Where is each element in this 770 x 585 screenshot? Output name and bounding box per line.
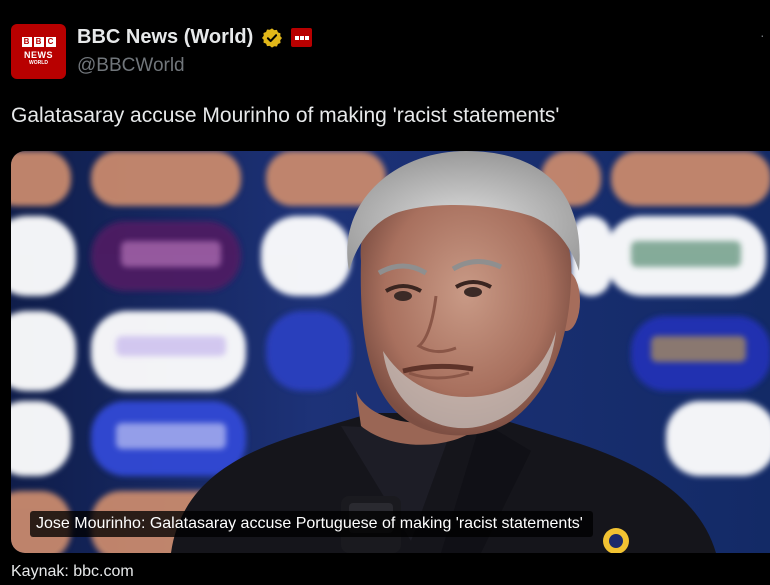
display-name[interactable]: BBC News (World) [77,26,253,49]
tweet-text: Galatasaray accuse Mourinho of making 'r… [11,104,560,127]
affiliate-block [299,35,304,40]
bbc-letter: C [45,36,56,47]
bbc-news-world-logo-icon[interactable]: B B C NEWS WORLD [11,24,66,79]
account-handle[interactable]: @BBCWorld [77,55,185,77]
bbc-letter: B [21,36,32,47]
avatar-world-text: WORLD [29,59,48,66]
tweet-media-image[interactable]: Jose Mourinho: Galatasaray accuse Portug… [11,151,770,553]
tweet-card: B B C NEWS WORLD BBC News (World) @BBCWo… [0,0,770,585]
source-label: Kaynak: bbc.com [11,563,134,580]
more-options-icon[interactable]: · [760,28,770,42]
bbc-letter: B [33,36,44,47]
sponsor-wall-background [11,151,770,553]
bbc-affiliate-badge-icon[interactable] [291,28,312,47]
avatar-news-text: NEWS [24,49,53,60]
gold-verified-badge-icon[interactable] [261,27,283,49]
media-caption: Jose Mourinho: Galatasaray accuse Portug… [30,511,593,537]
affiliate-block [304,35,309,40]
affiliate-block [294,35,299,40]
bbc-blocks: B B C [21,36,56,47]
